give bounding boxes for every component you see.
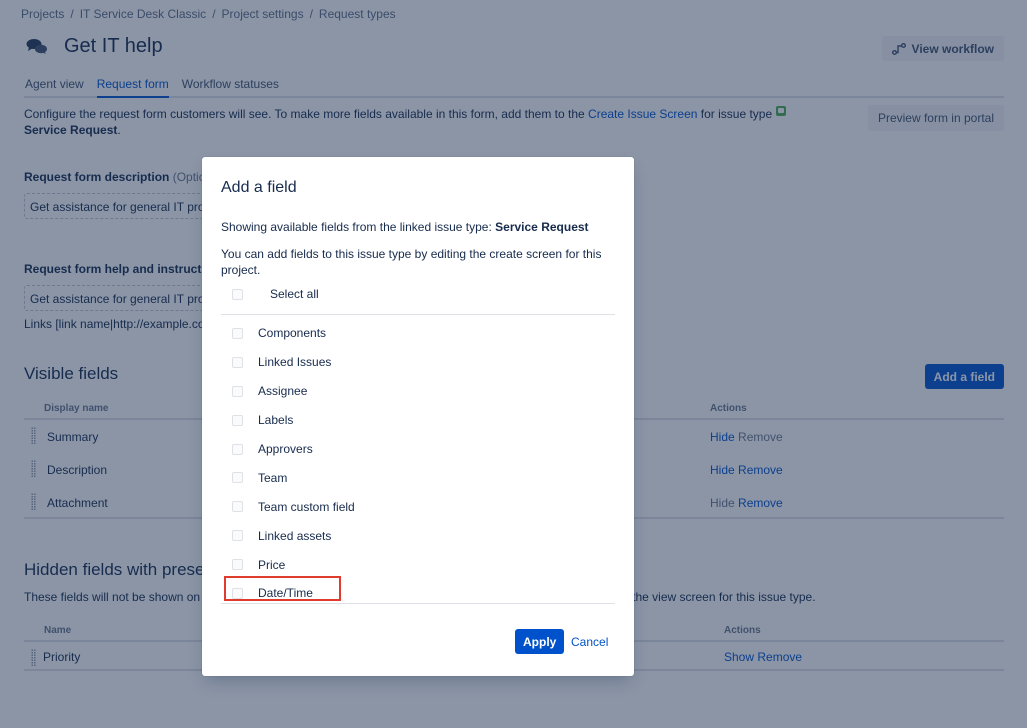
field-option-assignee[interactable]: Assignee — [232, 377, 355, 406]
checkbox[interactable] — [232, 385, 243, 397]
add-field-dialog: Add a field Showing available fields fro… — [202, 157, 634, 676]
select-all-checkbox[interactable]: Select all — [232, 287, 319, 301]
field-option-label: Components — [258, 326, 327, 341]
field-option-linked-assets[interactable]: Linked assets — [232, 521, 355, 550]
field-option-label: Team — [258, 470, 288, 485]
field-option-team-custom-field[interactable]: Team custom field — [232, 492, 355, 521]
checkbox[interactable] — [232, 587, 243, 599]
dialog-showing-text: Showing available fields from the linked… — [221, 220, 589, 234]
select-all-label: Select all — [270, 287, 319, 301]
dialog-title: Add a field — [221, 179, 297, 196]
field-option-label: Team custom field — [258, 499, 355, 514]
field-option-label: Assignee — [258, 384, 308, 399]
field-option-label: Linked assets — [258, 528, 332, 543]
field-option-label: Approvers — [258, 442, 313, 456]
field-option-label: Linked Issues — [258, 355, 332, 370]
field-option-labels[interactable]: Labels — [232, 406, 355, 435]
checkbox[interactable] — [232, 327, 243, 339]
cancel-button[interactable]: Cancel — [571, 635, 608, 649]
checkbox[interactable] — [232, 356, 243, 368]
checkbox[interactable] — [232, 443, 243, 455]
field-option-price[interactable]: Price — [232, 550, 355, 579]
field-option-approvers[interactable]: Approvers — [232, 435, 355, 464]
checkbox[interactable] — [232, 414, 243, 426]
field-option-label: Labels — [258, 413, 294, 428]
field-checkbox-list: Components Linked Issues Assignee Labels… — [232, 319, 355, 608]
divider — [221, 314, 615, 315]
checkbox[interactable] — [232, 501, 243, 513]
checkbox[interactable] — [232, 472, 243, 484]
showing-prefix: Showing available fields from the linked… — [221, 220, 496, 234]
dialog-help-text: You can add fields to this issue type by… — [221, 247, 602, 277]
divider — [221, 603, 615, 604]
field-option-label: Price — [258, 557, 286, 572]
checkbox[interactable] — [232, 559, 243, 571]
checkbox[interactable] — [232, 288, 243, 300]
dialog-issue-type: Service Request — [495, 220, 589, 234]
field-option-linked-issues[interactable]: Linked Issues — [232, 348, 355, 377]
checkbox[interactable] — [232, 530, 243, 542]
field-option-team[interactable]: Team — [232, 463, 355, 492]
field-option-components[interactable]: Components — [232, 319, 355, 348]
apply-button[interactable]: Apply — [515, 629, 565, 654]
field-option-label: Date/Time — [258, 586, 313, 601]
